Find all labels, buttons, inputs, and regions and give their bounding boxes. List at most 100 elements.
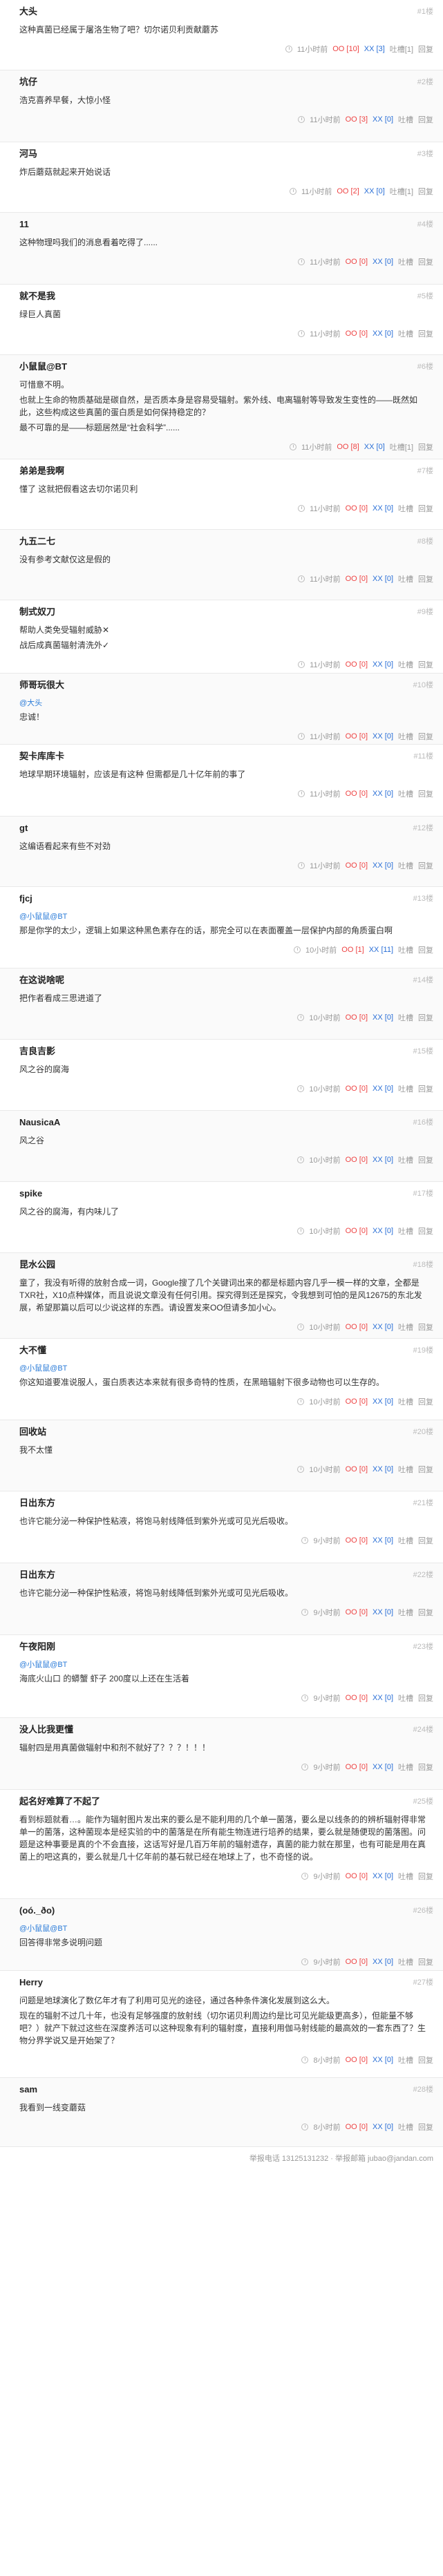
reply-button[interactable]: 回复 — [418, 2121, 433, 2133]
tucao-button[interactable]: 吐槽 — [398, 1871, 413, 1882]
xx-vote-button[interactable]: XX [0] — [373, 1156, 393, 1164]
oo-vote-button[interactable]: OO [0] — [346, 1465, 368, 1473]
floor-number[interactable]: #10楼 — [413, 679, 433, 691]
oo-vote-button[interactable]: OO [0] — [346, 790, 368, 798]
oo-vote-button[interactable]: OO [0] — [346, 1397, 368, 1406]
tucao-button[interactable]: 吐槽 — [398, 2121, 413, 2133]
comment-author[interactable]: (oó._ðo) — [19, 1905, 55, 1917]
comment-author[interactable]: 就不是我 — [19, 290, 55, 303]
comment-author[interactable]: 吉良吉影 — [19, 1045, 55, 1058]
tucao-button[interactable]: 吐槽 — [398, 1083, 413, 1094]
oo-vote-button[interactable]: OO [0] — [346, 1536, 368, 1545]
tucao-button[interactable]: 吐槽 — [398, 1225, 413, 1237]
xx-vote-button[interactable]: XX [0] — [373, 575, 393, 583]
comment-author[interactable]: 回收站 — [19, 1426, 46, 1438]
oo-vote-button[interactable]: OO [0] — [346, 1872, 368, 1880]
oo-vote-button[interactable]: OO [0] — [346, 1156, 368, 1164]
xx-vote-button[interactable]: XX [0] — [373, 660, 393, 669]
floor-number[interactable]: #8楼 — [417, 535, 433, 548]
comment-author[interactable]: 弟弟是我啊 — [19, 465, 64, 477]
floor-number[interactable]: #7楼 — [417, 465, 433, 477]
tucao-button[interactable]: 吐槽 — [398, 1322, 413, 1333]
xx-vote-button[interactable]: XX [0] — [373, 1013, 393, 1022]
floor-number[interactable]: #16楼 — [413, 1116, 433, 1129]
comment-author[interactable]: 契卡库库卡 — [19, 750, 64, 763]
reply-button[interactable]: 回复 — [418, 328, 433, 339]
oo-vote-button[interactable]: OO [1] — [341, 946, 364, 954]
oo-vote-button[interactable]: OO [0] — [346, 575, 368, 583]
reply-button[interactable]: 回复 — [418, 1535, 433, 1546]
tucao-button[interactable]: 吐槽 — [398, 328, 413, 339]
tucao-button[interactable]: 吐槽 — [398, 1464, 413, 1475]
oo-vote-button[interactable]: OO [0] — [346, 258, 368, 266]
comment-author[interactable]: 没人比我更懂 — [19, 1724, 73, 1736]
comment-author[interactable]: 大头 — [19, 6, 37, 18]
oo-vote-button[interactable]: OO [0] — [346, 2056, 368, 2064]
comment-author[interactable]: 河马 — [19, 148, 37, 160]
xx-vote-button[interactable]: XX [0] — [373, 861, 393, 870]
xx-vote-button[interactable]: XX [0] — [373, 1536, 393, 1545]
floor-number[interactable]: #11楼 — [413, 750, 433, 763]
reply-mention[interactable]: @小鼠鼠@BT — [19, 910, 433, 922]
floor-number[interactable]: #12楼 — [413, 822, 433, 834]
floor-number[interactable]: #4楼 — [417, 218, 433, 231]
reply-button[interactable]: 回复 — [418, 44, 433, 55]
reply-mention[interactable]: @小鼠鼠@BT — [19, 1362, 433, 1373]
tucao-button[interactable]: 吐槽 — [398, 1396, 413, 1407]
xx-vote-button[interactable]: XX [0] — [373, 504, 393, 513]
oo-vote-button[interactable]: OO [0] — [346, 732, 368, 741]
reply-button[interactable]: 回复 — [418, 186, 433, 197]
xx-vote-button[interactable]: XX [0] — [373, 2123, 393, 2131]
tucao-button[interactable]: 吐槽 — [398, 1012, 413, 1023]
oo-vote-button[interactable]: OO [0] — [346, 1323, 368, 1331]
tucao-button[interactable]: 吐槽[1] — [390, 441, 413, 452]
reply-mention[interactable]: @小鼠鼠@BT — [19, 1923, 433, 1934]
xx-vote-button[interactable]: XX [0] — [364, 443, 385, 451]
xx-vote-button[interactable]: XX [0] — [364, 187, 385, 195]
floor-number[interactable]: #18楼 — [413, 1259, 433, 1271]
oo-vote-button[interactable]: OO [3] — [346, 115, 368, 124]
floor-number[interactable]: #20楼 — [413, 1426, 433, 1438]
floor-number[interactable]: #15楼 — [413, 1045, 433, 1058]
tucao-button[interactable]: 吐槽 — [398, 788, 413, 799]
xx-vote-button[interactable]: XX [0] — [373, 1465, 393, 1473]
xx-vote-button[interactable]: XX [0] — [373, 330, 393, 338]
xx-vote-button[interactable]: XX [0] — [373, 1872, 393, 1880]
tucao-button[interactable]: 吐槽 — [398, 573, 413, 584]
tucao-button[interactable]: 吐槽 — [398, 1692, 413, 1704]
oo-vote-button[interactable]: OO [0] — [346, 660, 368, 669]
xx-vote-button[interactable]: XX [0] — [373, 790, 393, 798]
reply-button[interactable]: 回复 — [418, 573, 433, 584]
reply-button[interactable]: 回复 — [418, 1762, 433, 1773]
floor-number[interactable]: #14楼 — [413, 974, 433, 986]
oo-vote-button[interactable]: OO [0] — [346, 504, 368, 513]
reply-button[interactable]: 回复 — [418, 1464, 433, 1475]
tucao-button[interactable]: 吐槽[1] — [390, 44, 413, 55]
reply-button[interactable]: 回复 — [418, 441, 433, 452]
tucao-button[interactable]: 吐槽 — [398, 1607, 413, 1618]
tucao-button[interactable]: 吐槽 — [398, 1956, 413, 1967]
xx-vote-button[interactable]: XX [0] — [373, 258, 393, 266]
comment-author[interactable]: 小鼠鼠@BT — [19, 361, 67, 373]
comment-author[interactable]: gt — [19, 822, 28, 834]
reply-button[interactable]: 回复 — [418, 1692, 433, 1704]
oo-vote-button[interactable]: OO [10] — [332, 45, 359, 53]
xx-vote-button[interactable]: XX [0] — [373, 1694, 393, 1702]
comment-author[interactable]: 大不懂 — [19, 1344, 46, 1357]
xx-vote-button[interactable]: XX [0] — [373, 1397, 393, 1406]
oo-vote-button[interactable]: OO [0] — [346, 1227, 368, 1235]
reply-button[interactable]: 回复 — [418, 731, 433, 742]
oo-vote-button[interactable]: OO [0] — [346, 1958, 368, 1966]
comment-author[interactable]: 九五二七 — [19, 535, 55, 548]
reply-button[interactable]: 回复 — [418, 1154, 433, 1165]
tucao-button[interactable]: 吐槽 — [398, 256, 413, 267]
reply-button[interactable]: 回复 — [418, 503, 433, 514]
reply-button[interactable]: 回复 — [418, 1012, 433, 1023]
floor-number[interactable]: #21楼 — [413, 1497, 433, 1509]
comment-author[interactable]: 日出东方 — [19, 1497, 55, 1509]
oo-vote-button[interactable]: OO [0] — [346, 1085, 368, 1093]
tucao-button[interactable]: 吐槽[1] — [390, 186, 413, 197]
comment-author[interactable]: 午夜阳刚 — [19, 1641, 55, 1653]
xx-vote-button[interactable]: XX [0] — [373, 1958, 393, 1966]
oo-vote-button[interactable]: OO [0] — [346, 1608, 368, 1616]
